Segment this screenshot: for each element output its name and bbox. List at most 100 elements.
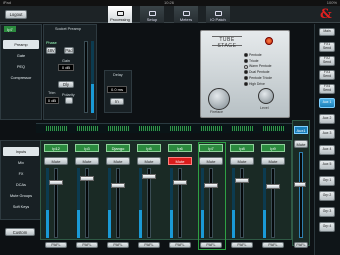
tube-option[interactable]: High Drive (244, 82, 272, 88)
channel-mute-button[interactable]: Mute (230, 157, 254, 165)
trim-value[interactable]: 0 dB (45, 97, 59, 104)
mix-button[interactable]: FX4 Send (319, 84, 335, 94)
channel-name[interactable]: Ip7 (199, 144, 223, 152)
tab-processing[interactable]: Processing (108, 6, 132, 23)
master-fader-track[interactable] (299, 152, 303, 238)
channel-meter (263, 168, 266, 238)
menu-item-fx[interactable]: FX (3, 169, 39, 178)
meter-bridge-bar (232, 126, 254, 131)
mix-button[interactable]: Aux 2 (319, 113, 335, 124)
channel-name[interactable]: Ip12 (44, 144, 68, 152)
menu-item-mix[interactable]: Mix (3, 158, 39, 167)
delay-in-button[interactable]: In (110, 98, 124, 105)
channel-fader-cap[interactable] (142, 174, 156, 179)
pad-button[interactable]: Pad (64, 47, 74, 54)
menu-item-inputs[interactable]: Inputs (3, 147, 39, 156)
mix-button[interactable]: Aux 5 (319, 160, 335, 170)
channel-name[interactable]: Ip8 (230, 144, 254, 152)
channel-meter (108, 168, 111, 238)
input-meter (91, 41, 94, 113)
power-led-icon[interactable] (265, 37, 273, 45)
menu-item-soft-keys[interactable]: Soft Keys (3, 202, 39, 211)
channel-fader-cap[interactable] (235, 178, 249, 183)
channel-fader-cap[interactable] (80, 176, 94, 181)
mix-button[interactable]: Grp 2 (319, 191, 335, 201)
channel-mute-button[interactable]: Mute (137, 157, 161, 165)
channel-mute-button[interactable]: Mute (75, 157, 99, 165)
channel-name[interactable]: Ip6 (168, 144, 192, 152)
channel-fader-track[interactable] (209, 168, 213, 238)
logout-button[interactable]: Logout (5, 10, 27, 19)
menu-item-compressor[interactable]: Compressor (3, 73, 39, 82)
channel-pafl-button[interactable]: PAFL (200, 242, 222, 248)
radio-icon (244, 58, 248, 63)
mix-button[interactable]: FX2 Send (319, 56, 335, 66)
selected-channel-badge: Ip7 (4, 26, 16, 32)
mix-button[interactable]: FX1 Send (319, 42, 335, 52)
gain-label: Gain (62, 59, 71, 63)
channel-pafl-button[interactable]: PAFL (107, 242, 129, 248)
channel-fader-track[interactable] (54, 168, 58, 238)
tab-setup[interactable]: Setup (140, 6, 164, 23)
menu-item-gate[interactable]: Gate (3, 51, 39, 60)
channel-pafl-button[interactable]: PAFL (45, 242, 67, 248)
channel-name[interactable]: Ip5 (137, 144, 161, 152)
channel-pafl-button[interactable]: PAFL (169, 242, 191, 248)
menu-item-peq[interactable]: PEQ (3, 62, 39, 71)
channel-fader-track[interactable] (178, 168, 182, 238)
phase-label: Phase (46, 41, 57, 45)
channel-mute-button[interactable]: Mute (106, 157, 130, 165)
menu-item-preamp[interactable]: Preamp (3, 40, 39, 49)
master-mute-button[interactable]: Mute (294, 140, 308, 148)
processing-menu (0, 24, 42, 120)
mix-button[interactable]: Grp 1 (319, 175, 335, 186)
drive-knob[interactable] (208, 88, 230, 110)
phantom-48v-button[interactable]: 48V (46, 47, 56, 54)
channel-name[interactable]: Ip9 (261, 144, 285, 152)
master-name[interactable]: Aux1 (294, 126, 308, 134)
channel-name[interactable]: Ip3 (75, 144, 99, 152)
menu-item-mute-groups[interactable]: Mute Groups (3, 191, 39, 200)
channel-fader-cap[interactable] (49, 180, 63, 185)
meter-bridge-bar (201, 126, 223, 131)
channel-fader-track[interactable] (271, 168, 275, 238)
delay-value[interactable]: 0.0 ms (107, 86, 127, 93)
custom-button[interactable]: Custom (5, 228, 35, 236)
mix-button[interactable]: Grp 4 (319, 222, 335, 232)
channel-pafl-button[interactable]: PAFL (231, 242, 253, 248)
mix-button[interactable]: Grp 3 (319, 206, 335, 217)
channel-pafl-button[interactable]: PAFL (262, 242, 284, 248)
gain-value[interactable]: 0 dB (58, 64, 74, 71)
channel-pafl-button[interactable]: PAFL (138, 242, 160, 248)
mix-button[interactable]: Aux 3 (319, 129, 335, 139)
menu-item-dcas[interactable]: DCAs (3, 180, 39, 189)
tab-meters[interactable]: Meters (174, 6, 198, 23)
master-pafl-button[interactable]: PAFL (294, 242, 308, 248)
channel-pafl-button[interactable]: PAFL (76, 242, 98, 248)
channel-fader-cap[interactable] (173, 180, 187, 185)
channel-name[interactable]: Django (106, 144, 130, 152)
dly-button[interactable]: Dly (58, 81, 74, 88)
channel-fader-cap[interactable] (266, 184, 280, 189)
master-fader-cap[interactable] (294, 182, 306, 187)
battery-level: 100% (326, 0, 337, 5)
mix-button[interactable]: FX3 Send (319, 70, 335, 80)
channel-fader-cap[interactable] (111, 183, 125, 188)
channel-meter (46, 168, 49, 238)
channel-mute-button[interactable]: Mute (44, 157, 68, 165)
top-toolbar (0, 6, 340, 23)
channel-fader-cap[interactable] (204, 183, 218, 188)
channel-mute-button[interactable]: Mute (199, 157, 223, 165)
mix-button[interactable]: Aux 1 (319, 98, 335, 108)
tab-io-patch[interactable]: IO Patch (206, 6, 230, 23)
channel-mute-button[interactable]: Mute (261, 157, 285, 165)
mix-button[interactable]: Aux 4 (319, 144, 335, 155)
channel-mute-button[interactable]: Mute (168, 157, 192, 165)
preamp-panel (43, 24, 97, 120)
channel-fader-track[interactable] (116, 168, 120, 238)
main-mix-button[interactable]: Main (319, 28, 335, 36)
level-knob[interactable] (258, 88, 274, 104)
delay-title: Delay (113, 73, 123, 77)
polarity-button[interactable] (65, 97, 73, 104)
gain-fader[interactable] (84, 41, 88, 113)
